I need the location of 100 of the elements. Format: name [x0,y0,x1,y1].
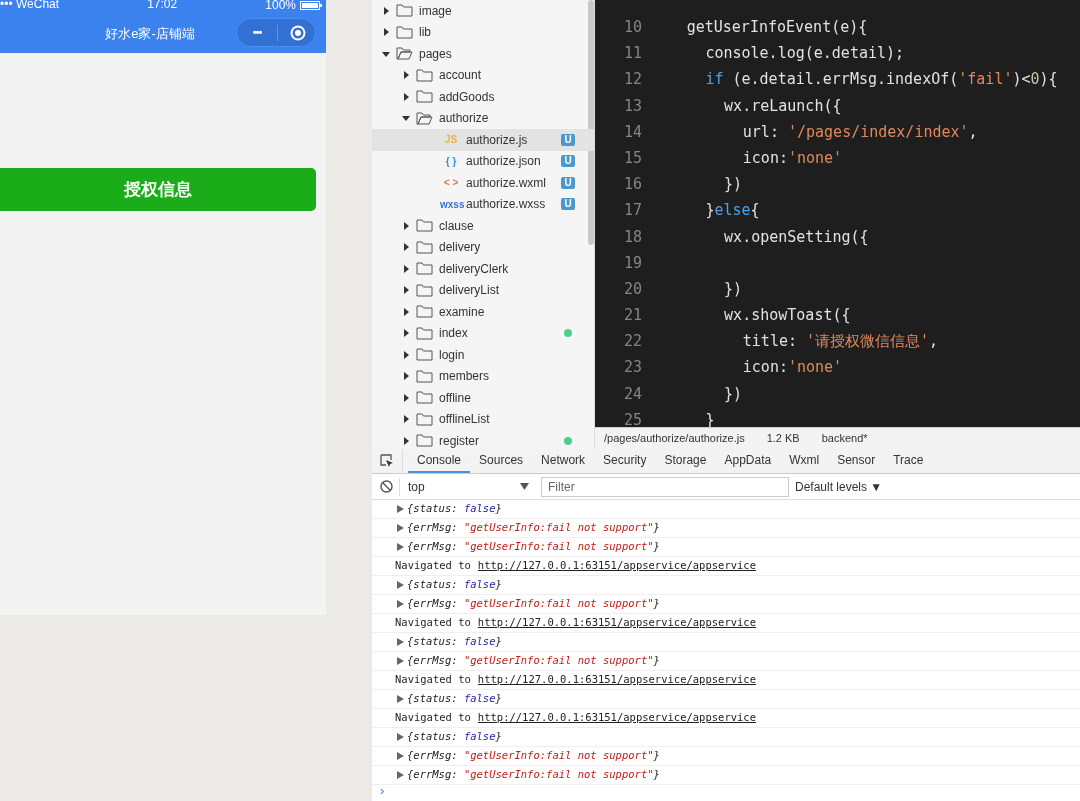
file-name: clause [439,217,474,235]
folder-item[interactable]: offline [372,387,594,409]
line-number: 12 [622,69,642,91]
folder-icon [396,25,413,39]
file-name: lib [419,24,431,42]
file-name: addGoods [439,88,495,106]
folder-item[interactable]: image [372,0,594,22]
folder-item[interactable]: addGoods [372,86,594,108]
file-item[interactable]: JS authorize.js U [372,129,594,151]
context-select[interactable]: top [399,477,535,496]
devtools-tab[interactable]: Sensor [828,449,885,473]
file-name: authorize.wxml [466,174,547,192]
file-item[interactable]: { } authorize.json U [372,150,594,172]
line-number: 14 [622,121,642,143]
devtools-tab[interactable]: Sources [470,449,533,473]
folder-item[interactable]: register [372,430,594,449]
folder-item[interactable]: examine [372,301,594,323]
file-name: index [439,325,468,343]
log-message: Navigated to [395,615,471,631]
folder-item[interactable]: login [372,344,594,366]
file-name: members [439,368,489,386]
filter-field[interactable]: Filter [541,476,789,497]
devtools-tab[interactable]: Storage [655,449,716,473]
log-entry: {status: false} [407,501,502,517]
url-link[interactable]: http://127.0.0.1:63151/appservice/appservice [477,672,756,688]
folder-icon [416,348,433,362]
devtools-tab[interactable]: Security [594,449,656,473]
file-name: deliveryClerk [439,260,509,278]
folder-item[interactable]: deliveryClerk [372,258,594,280]
folder-item[interactable]: index [372,322,594,344]
line-number: 15 [622,147,642,169]
url-link[interactable]: http://127.0.0.1:63151/appservice/appservice [477,710,756,726]
battery-icon [300,0,322,10]
capsule-control[interactable]: ••• [236,18,316,47]
code-line: } [705,409,715,427]
log-entry: {errMsg: "getUserInfo:fail not support"} [407,653,660,669]
status-badge: U [561,133,575,146]
close-circle-icon[interactable] [290,24,306,41]
folder-icon [416,283,433,297]
status-badge: U [561,176,575,189]
file-name: authorize [439,110,489,128]
folder-item[interactable]: deliveryList [372,279,594,301]
file-name: examine [439,303,485,321]
file-item[interactable]: < > authorize.wxml U [372,172,594,194]
devtools-tab[interactable]: AppData [715,449,781,473]
folder-icon [416,90,433,104]
code-line: }) [724,174,743,196]
log-entry: {status: false} [407,691,502,707]
file-type-icon: wxss [440,196,462,212]
file-path: /pages/authorize/authorize.js [604,431,745,447]
folder-icon [416,391,433,405]
folder-item[interactable]: clause [372,215,594,237]
clear-console-icon[interactable] [380,480,393,493]
log-entry: {status: false} [407,729,502,745]
folder-item[interactable]: members [372,365,594,387]
folder-item[interactable]: delivery [372,236,594,258]
more-menu[interactable]: ••• [237,24,277,41]
file-name: authorize.js [466,131,528,149]
folder-item[interactable]: lib [372,21,594,43]
folder-item[interactable]: pages [372,43,594,65]
line-number: 25 [622,409,642,427]
code-line: wx.showToast({ [724,305,851,327]
status-badge: U [561,198,575,211]
log-entry: {errMsg: "getUserInfo:fail not support"} [407,748,660,764]
file-type-icon: < > [440,175,462,191]
folder-icon [396,4,413,18]
file-type-icon: JS [440,132,462,148]
log-entry: {status: false} [407,634,502,650]
code-line: }) [724,383,743,405]
console-prompt[interactable]: › [372,785,1080,797]
folder-item[interactable]: offlineList [372,408,594,430]
log-levels-dropdown[interactable]: Default levels ▼ [795,477,883,496]
line-number: 24 [622,383,642,405]
file-name: register [439,432,479,449]
folder-icon [416,262,433,276]
code-line: url: '/pages/index/index', [742,121,978,143]
devtools-tab[interactable]: Wxml [780,449,829,473]
file-name: pages [419,45,452,63]
code-line: }else{ [705,200,760,222]
code-line: icon:'none' [742,357,843,379]
code-line: icon:'none' [742,147,843,169]
file-item[interactable]: wxssauthorize.wxss U [372,193,594,215]
folder-item[interactable]: account [372,64,594,86]
url-link[interactable]: http://127.0.0.1:63151/appservice/appservice [477,558,756,574]
inspect-icon[interactable] [380,454,394,468]
devtools-tab[interactable]: Console [408,449,471,473]
scrollbar[interactable] [588,0,594,245]
folder-item[interactable]: authorize [372,107,594,129]
line-number: 19 [622,252,642,274]
line-number: 11 [622,43,642,65]
code-line: }) [724,278,743,300]
line-number: 16 [622,174,642,196]
devtools-tab[interactable]: Trace [884,449,933,473]
line-number: 21 [622,305,642,327]
folder-icon [416,240,433,254]
file-type-icon: { } [440,153,462,169]
url-link[interactable]: http://127.0.0.1:63151/appservice/appservice [477,615,756,631]
devtools-tab[interactable]: Network [532,449,595,473]
code-line: wx.openSetting({ [724,226,869,248]
line-number: 17 [622,200,642,222]
